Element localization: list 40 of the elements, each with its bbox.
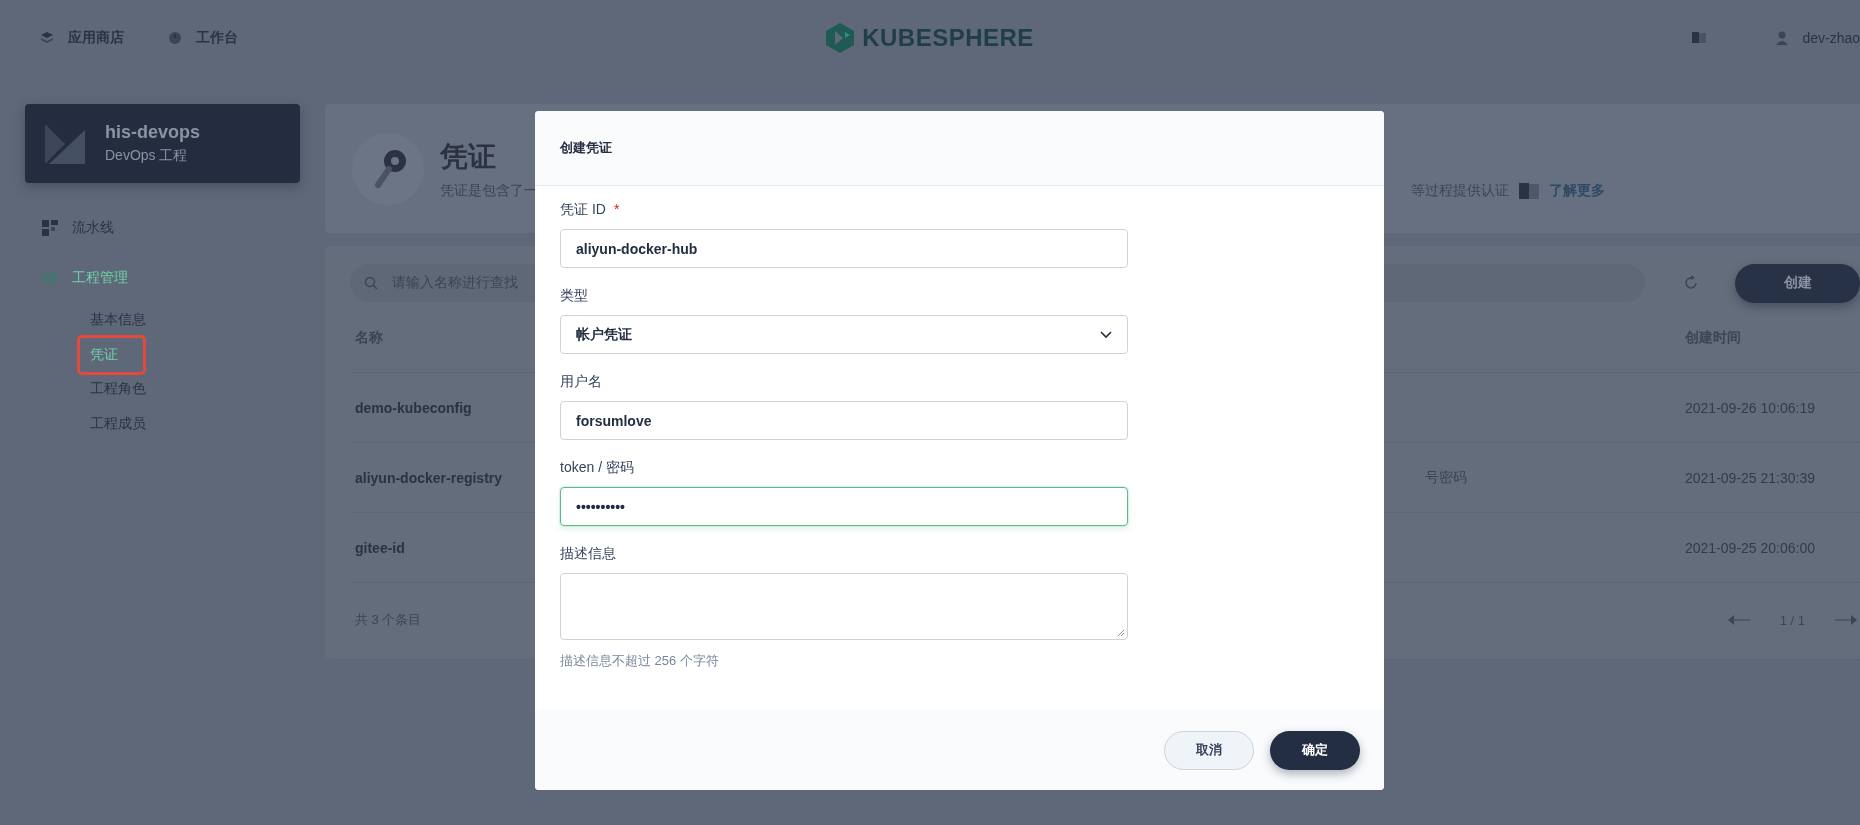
- resize-handle-icon[interactable]: [1117, 629, 1125, 637]
- description-textarea[interactable]: [560, 573, 1128, 640]
- table-cell: gitee-id: [355, 539, 405, 556]
- layers-icon: [40, 30, 54, 45]
- project-logo-icon: [45, 123, 85, 164]
- learn-more-link[interactable]: 了解更多: [1549, 181, 1605, 200]
- menu-item[interactable]: 工程管理: [72, 269, 128, 287]
- type-select[interactable]: 帐户凭证: [560, 315, 1128, 354]
- field-label: 类型: [560, 287, 588, 305]
- refresh-icon[interactable]: [1683, 275, 1699, 291]
- grid-icon: [42, 220, 58, 236]
- create-button[interactable]: 创建: [1735, 263, 1860, 303]
- book-icon: [1519, 182, 1539, 199]
- submenu-item[interactable]: 凭证: [77, 334, 146, 375]
- input-field[interactable]: forsumlove: [560, 401, 1128, 440]
- dialog-title: 创建凭证: [560, 139, 612, 157]
- table-cell: aliyun-docker-registry: [355, 469, 503, 486]
- logo-icon: [826, 22, 855, 53]
- search-icon: [364, 276, 378, 290]
- arrow-right-icon[interactable]: [1835, 615, 1857, 625]
- cancel-button[interactable]: 取消: [1164, 730, 1254, 770]
- field-label: token / 密码: [560, 459, 634, 477]
- confirm-button[interactable]: 确定: [1270, 730, 1360, 770]
- field-label: 描述信息: [560, 545, 616, 563]
- project-type: DevOps 工程: [105, 147, 189, 165]
- logo-text: KUBESPHERE: [862, 23, 1034, 52]
- field-label: 用户名: [560, 373, 602, 391]
- field-label: 凭证 ID: [560, 201, 606, 219]
- page-title: 凭证: [440, 139, 496, 174]
- arrow-left-icon[interactable]: [1727, 615, 1750, 625]
- chevron-down-icon: [1100, 330, 1112, 339]
- table-cell: demo-kubeconfig: [355, 399, 472, 416]
- book-icon[interactable]: [1692, 32, 1707, 43]
- project-name: his-devops: [105, 122, 201, 143]
- input-field[interactable]: aliyun-docker-hub: [560, 229, 1128, 268]
- required-mark: *: [613, 201, 620, 219]
- user-icon: [1776, 30, 1789, 45]
- hint-text: 描述信息不超过 256 个字符: [560, 652, 720, 670]
- input-field[interactable]: ••••••••••: [560, 487, 1128, 526]
- gear-icon: [42, 270, 58, 286]
